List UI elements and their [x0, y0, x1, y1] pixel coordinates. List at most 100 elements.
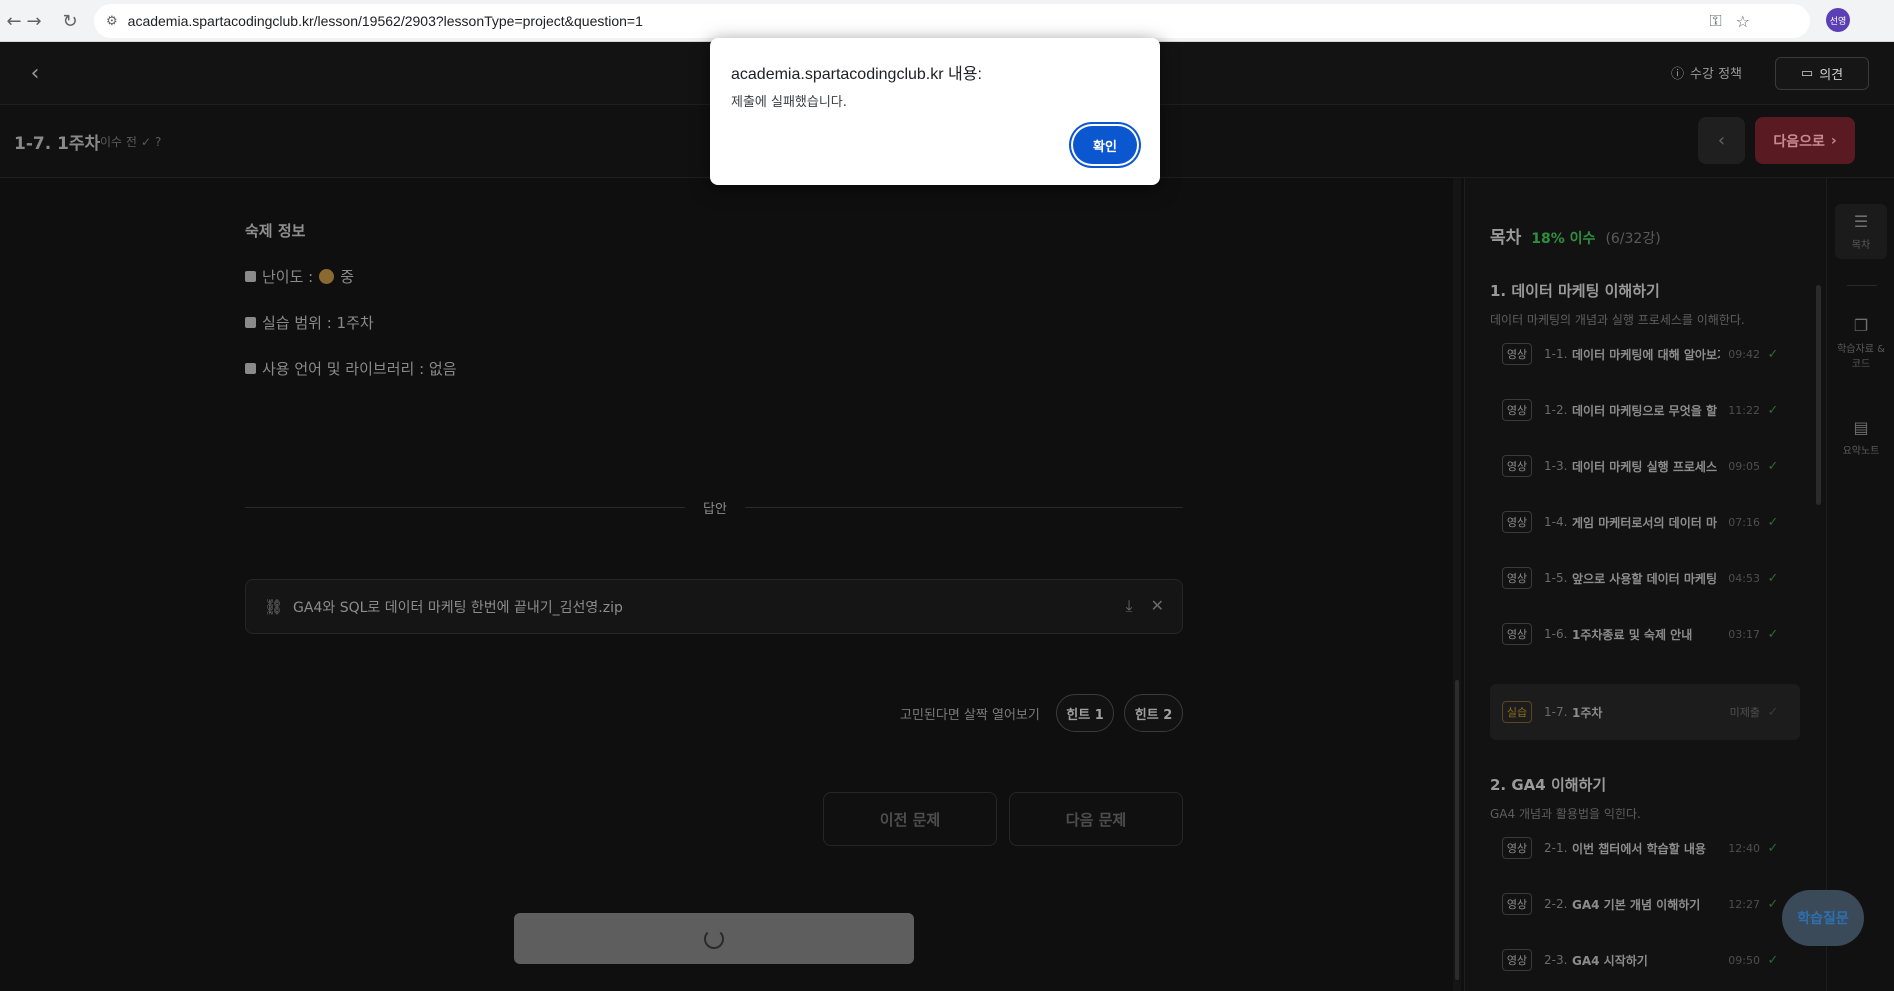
chapter-title[interactable]: 1. 데이터 마케팅 이해하기 — [1490, 280, 1660, 301]
toc-item[interactable]: 영상 1-3. 데이터 마케팅 실행 프로세스 09:05 ✓ — [1490, 444, 1800, 488]
toc-item-num: 2-2. — [1544, 897, 1568, 911]
help-icon[interactable]: ? — [155, 135, 161, 149]
rail-divider — [1847, 285, 1877, 286]
forward-arrow-icon[interactable]: → — [20, 7, 48, 35]
toc-item-time: 07:16 — [1728, 515, 1760, 529]
check-icon: ✓ — [1767, 626, 1779, 642]
toc-progress: 18% 이수 — [1531, 231, 1596, 247]
homework-title: 숙제 정보 — [245, 222, 306, 240]
check-icon: ✓ — [1767, 952, 1779, 968]
policy-label: 수강 정책 — [1690, 67, 1742, 82]
bookmark-star-icon[interactable]: ☆ — [1736, 12, 1750, 31]
site-settings-icon[interactable]: ⚙ — [106, 14, 118, 29]
rail-toc-button[interactable]: ☰ 목차 — [1835, 204, 1887, 259]
toc-item[interactable]: 영상 2-1. 이번 챕터에서 학습할 내용 12:40 ✓ — [1490, 826, 1800, 870]
right-rail: ☰ 목차 ❐ 학습자료 & 코드 ▤ 요약노트 — [1826, 178, 1894, 991]
copy-icon: ❐ — [1853, 316, 1869, 335]
prev-question-button[interactable]: 이전 문제 — [823, 792, 997, 846]
toc-item-time: 12:27 — [1728, 897, 1760, 911]
password-key-icon[interactable]: ⚿ — [1709, 11, 1721, 31]
check-icon: ✓ — [140, 134, 151, 149]
address-bar[interactable]: ⚙ academia.spartacodingclub.kr/lesson/19… — [94, 4, 1810, 38]
feedback-button[interactable]: ▭ 의견 — [1775, 57, 1869, 90]
attached-file[interactable]: ⛓ GA4와 SQL로 데이터 마케팅 한번에 끝내기_김선영.zip ⤓ ✕ — [245, 579, 1183, 634]
toc-item-label: 1주차 — [1572, 705, 1603, 720]
toc-item[interactable]: 영상 1-4. 게임 마케터로서의 데이터 마 07:16 ✓ — [1490, 500, 1800, 544]
toc-item-label: 앞으로 사용할 데이터 마케팅 — [1572, 571, 1718, 586]
reload-icon[interactable]: ↻ — [56, 7, 84, 35]
toc-item-num: 1-6. — [1544, 627, 1568, 641]
hint-prompt: 고민된다면 살짝 열어보기 — [900, 708, 1040, 723]
toc-item-time: 12:40 — [1728, 841, 1760, 855]
rail-notes-button[interactable]: ▤ 요약노트 — [1835, 418, 1887, 457]
hint-1-button[interactable]: 힌트 1 — [1056, 694, 1114, 732]
check-icon: ✓ — [1767, 346, 1779, 362]
toc-panel: 목차 18% 이수 (6/32강) 1. 데이터 마케팅 이해하기 데이터 마케… — [1464, 178, 1826, 991]
back-chevron-icon[interactable]: ‹ — [20, 58, 50, 88]
policy-link[interactable]: ⓘ 수강 정책 — [1671, 63, 1742, 82]
toc-item[interactable]: 영상 2-2. GA4 기본 개념 이해하기 12:27 ✓ — [1490, 882, 1800, 926]
language-text: 사용 언어 및 라이브러리 : 없음 — [262, 360, 457, 378]
toc-item-label: 데이터 마케팅에 대해 알아보기 — [1572, 347, 1720, 362]
toc-header: 목차 18% 이수 (6/32강) — [1490, 223, 1661, 248]
toc-item[interactable]: 영상 1-2. 데이터 마케팅으로 무엇을 할 11:22 ✓ — [1490, 388, 1800, 432]
toc-item[interactable]: 영상 2-3. GA4 시작하기 09:50 ✓ — [1490, 938, 1800, 982]
toc-item-num: 1-7. — [1544, 705, 1568, 719]
toc-item[interactable]: 영상 1-5. 앞으로 사용할 데이터 마케팅 04:53 ✓ — [1490, 556, 1800, 600]
difficulty-label: 난이도 : — [262, 268, 314, 286]
toc-item-time: 미제출 — [1729, 706, 1760, 719]
next-lesson-label: 다음으로 — [1773, 133, 1825, 150]
submit-button[interactable] — [514, 913, 914, 964]
alert-message: 제출에 실패했습니다. — [731, 95, 847, 110]
divider-left — [245, 507, 685, 508]
video-badge: 영상 — [1502, 623, 1532, 645]
toc-scroll-thumb[interactable] — [1816, 285, 1821, 505]
toc-item-active[interactable]: 실습 1-7. 1주차 미제출 ✓ — [1490, 684, 1800, 740]
prev-lesson-button[interactable]: ‹ — [1698, 117, 1745, 164]
document-icon: ▤ — [1853, 418, 1869, 437]
link-icon: ⛓ — [264, 597, 284, 616]
hint-2-button[interactable]: 힌트 2 — [1124, 694, 1183, 732]
bullet-square — [245, 363, 256, 374]
difficulty-dot-icon — [319, 269, 335, 284]
download-icon[interactable]: ⤓ — [1126, 596, 1133, 616]
url-text: academia.spartacodingclub.kr/lesson/1956… — [127, 13, 643, 29]
next-question-button[interactable]: 다음 문제 — [1009, 792, 1183, 846]
bullet-square — [245, 271, 256, 282]
video-badge: 영상 — [1502, 893, 1532, 915]
toc-item-time: 03:17 — [1728, 627, 1760, 641]
close-icon[interactable]: ✕ — [1151, 596, 1164, 616]
toc-item-num: 2-1. — [1544, 841, 1568, 855]
toc-item[interactable]: 영상 1-1. 데이터 마케팅에 대해 알아보기 09:42 ✓ — [1490, 332, 1800, 376]
chevron-right-icon: › — [1830, 132, 1837, 149]
chat-icon: ▭ — [1800, 66, 1814, 81]
toc-item-time: 04:53 — [1728, 571, 1760, 585]
next-lesson-button[interactable]: 다음으로 › — [1755, 117, 1855, 164]
scope-row: 실습 범위 : 1주차 — [245, 312, 374, 333]
toc-item-num: 1-1. — [1544, 347, 1568, 361]
rail-toc-label: 목차 — [1851, 240, 1871, 251]
check-icon: ✓ — [1767, 570, 1779, 586]
check-icon: ✓ — [1767, 896, 1779, 912]
chapter-title[interactable]: 2. GA4 이해하기 — [1490, 774, 1606, 795]
rail-materials-button[interactable]: ❐ 학습자료 & 코드 — [1835, 316, 1887, 370]
main-scroll-thumb[interactable] — [1455, 680, 1459, 980]
lesson-title: 1-7. 1주차 — [14, 134, 101, 154]
browser-toolbar: ← → ↻ ⚙ academia.spartacodingclub.kr/les… — [0, 0, 1894, 42]
video-badge: 영상 — [1502, 343, 1532, 365]
check-icon: ✓ — [1767, 514, 1779, 530]
toc-item-label: 이번 챕터에서 학습할 내용 — [1572, 841, 1706, 856]
profile-avatar[interactable]: 선영 — [1826, 8, 1850, 32]
list-icon: ☰ — [1853, 212, 1869, 231]
alert-title: academia.spartacodingclub.kr 내용: — [731, 66, 982, 83]
toc-item[interactable]: 영상 1-6. 1주차종료 및 숙제 안내 03:17 ✓ — [1490, 612, 1800, 656]
difficulty-value: 중 — [340, 268, 355, 286]
toc-item-time: 09:42 — [1728, 347, 1760, 361]
check-icon: ✓ — [1767, 458, 1779, 474]
language-row: 사용 언어 및 라이브러리 : 없음 — [245, 358, 457, 379]
chapter-desc: GA4 개념과 활용법을 익힌다. — [1490, 807, 1641, 821]
scope-text: 실습 범위 : 1주차 — [262, 314, 374, 332]
qa-button[interactable]: 학습질문 — [1782, 890, 1864, 946]
difficulty-row: 난이도 : 중 — [245, 266, 354, 287]
alert-ok-button[interactable]: 확인 — [1073, 126, 1137, 164]
